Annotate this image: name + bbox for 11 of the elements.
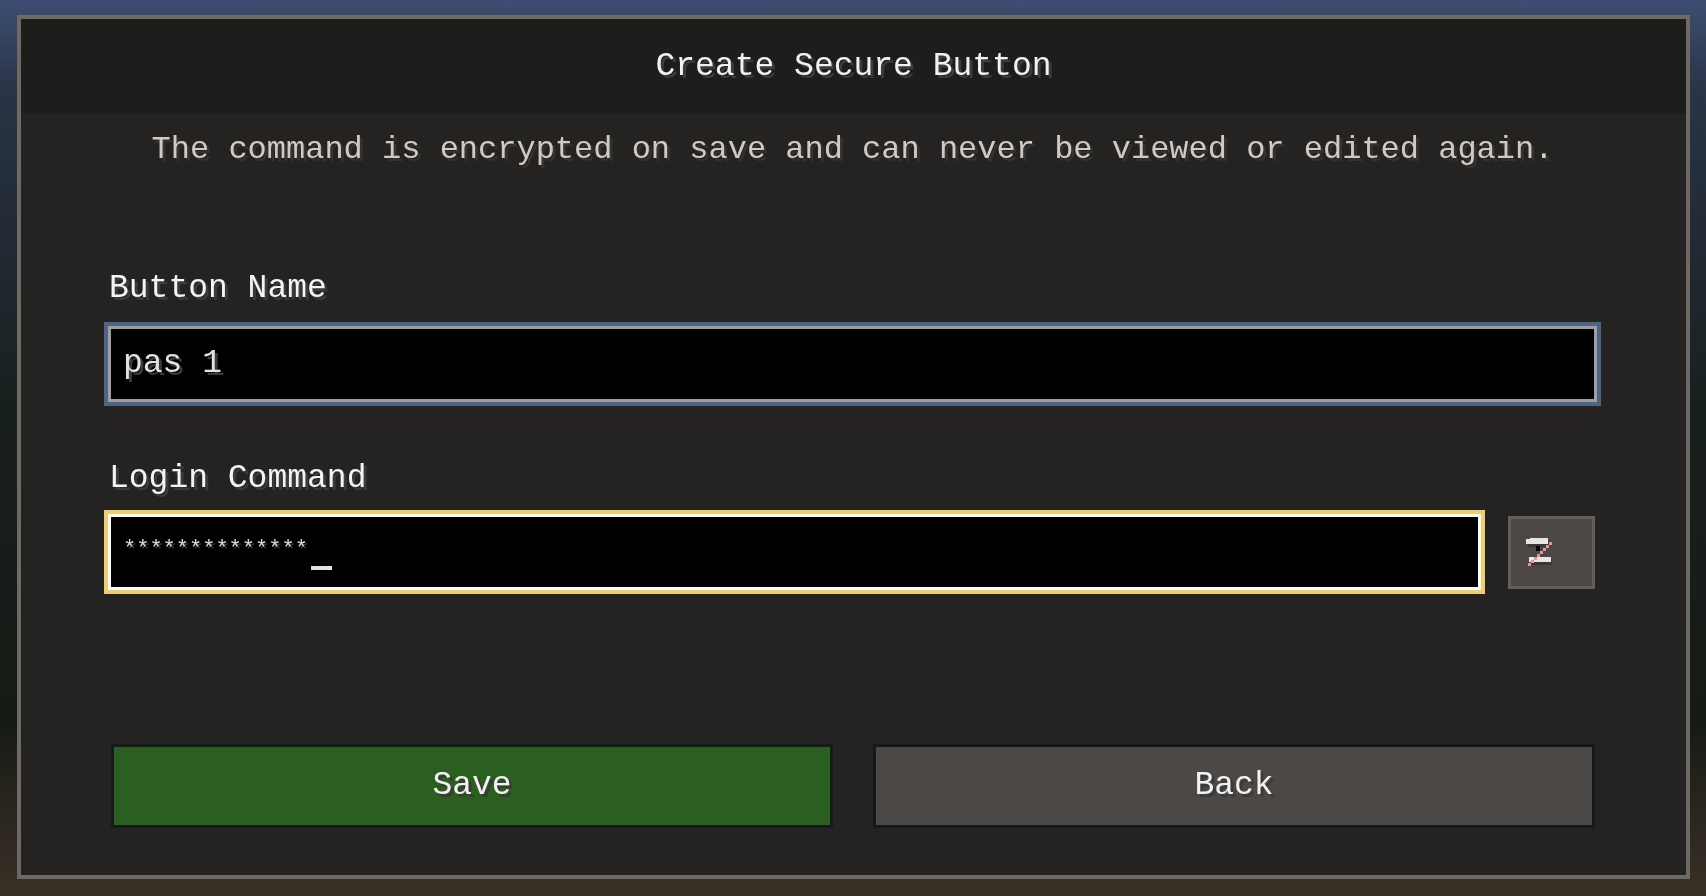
text-field[interactable]: pas 1 <box>104 322 1601 406</box>
back-button[interactable]: Back <box>873 744 1595 828</box>
field-label: Button Name <box>108 271 327 307</box>
text-cursor-icon <box>310 566 332 570</box>
slashed-bars-icon <box>1526 537 1552 567</box>
dialog-title: Create Secure Button <box>655 46 1052 87</box>
save-button[interactable]: Save <box>111 744 833 828</box>
visibility-toggle-button[interactable] <box>1508 515 1595 589</box>
password-field[interactable]: ************** <box>104 510 1485 594</box>
field-label: Login Command <box>108 461 367 497</box>
dialog-description: The command is encrypted on save and can never be viewed or edited again. <box>151 132 1554 168</box>
